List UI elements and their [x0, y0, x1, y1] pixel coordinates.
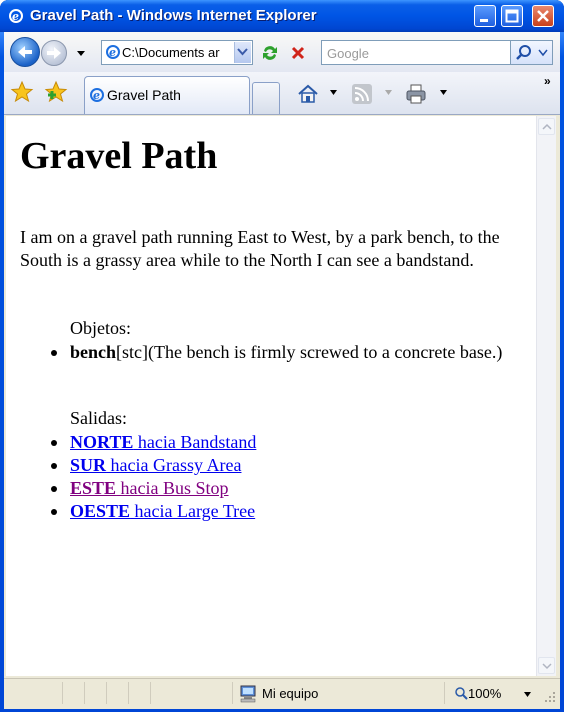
list-item: bench[stc](The bench is firmly screwed t…: [48, 341, 528, 364]
bullet-icon: [51, 509, 57, 515]
history-dropdown-icon[interactable]: [76, 48, 86, 58]
status-divider: [150, 682, 151, 704]
close-button[interactable]: [532, 5, 554, 27]
list-item: NORTE hacia Bandstand: [48, 431, 528, 454]
object-name: bench: [70, 342, 117, 362]
status-divider: [444, 682, 445, 704]
forward-arrow-icon: [47, 47, 61, 59]
search-button[interactable]: [511, 40, 553, 65]
exit-link-este[interactable]: ESTE hacia Bus Stop: [70, 478, 229, 498]
page-icon: e: [106, 45, 120, 59]
ie-window: e Gravel Path - Windows Internet Explore…: [0, 0, 564, 712]
exits-label: Salidas:: [70, 408, 127, 428]
computer-icon: [240, 685, 256, 703]
chevron-down-icon: [542, 663, 552, 670]
browser-client-area: e C:\Documents ar Google e Gravel Path »…: [4, 32, 560, 709]
home-icon[interactable]: [296, 82, 320, 106]
feeds-dropdown-icon[interactable]: [385, 90, 392, 95]
svg-text:e: e: [12, 10, 19, 23]
stop-icon[interactable]: [287, 42, 309, 64]
maximize-button[interactable]: [501, 5, 523, 27]
navigation-toolbar: e C:\Documents ar Google: [4, 32, 560, 73]
address-dropdown-button[interactable]: [234, 42, 251, 63]
bullet-icon: [51, 350, 57, 356]
scroll-up-button[interactable]: [538, 118, 555, 135]
status-divider: [232, 682, 233, 704]
resize-grip-icon[interactable]: [544, 691, 556, 703]
title-bar[interactable]: e Gravel Path - Windows Internet Explore…: [0, 0, 564, 32]
toolbar-overflow-chevron[interactable]: »: [544, 74, 551, 88]
exit-text: hacia Large Tree: [130, 501, 256, 521]
tabs-toolbar: e Gravel Path »: [4, 72, 560, 115]
exit-direction: ESTE: [70, 478, 117, 498]
zoom-level[interactable]: 100%: [468, 686, 501, 701]
ie-logo-icon: e: [9, 9, 23, 23]
chevron-down-icon: [237, 48, 248, 56]
chevron-up-icon: [542, 123, 552, 130]
list-item: ESTE hacia Bus Stop: [48, 477, 528, 500]
vertical-scrollbar[interactable]: [536, 116, 556, 676]
exits-list: NORTE hacia Bandstand SUR hacia Grassy A…: [48, 431, 528, 523]
print-icon[interactable]: [404, 82, 428, 106]
zoom-dropdown-icon[interactable]: [524, 692, 531, 697]
status-divider: [62, 682, 63, 704]
exit-link-sur[interactable]: SUR hacia Grassy Area: [70, 455, 241, 475]
security-zone-label: Mi equipo: [262, 686, 319, 701]
page-title: Gravel Path: [20, 135, 218, 177]
exit-link-norte[interactable]: NORTE hacia Bandstand: [70, 432, 256, 452]
add-favorite-icon[interactable]: [44, 80, 68, 104]
bullet-icon: [51, 463, 57, 469]
tab-label: Gravel Path: [107, 87, 181, 103]
refresh-icon[interactable]: [259, 42, 281, 64]
search-input[interactable]: Google: [327, 46, 369, 61]
page-content: Gravel Path I am on a gravel path runnin…: [6, 116, 536, 676]
exit-direction: NORTE: [70, 432, 134, 452]
maximize-icon: [505, 9, 519, 23]
objects-list: bench[stc](The bench is firmly screwed t…: [48, 341, 528, 364]
address-bar[interactable]: e C:\Documents ar: [101, 40, 253, 65]
objects-label: Objetos:: [70, 318, 131, 338]
exit-direction: SUR: [70, 455, 107, 475]
list-item: OESTE hacia Large Tree: [48, 500, 528, 523]
search-icon: [516, 45, 548, 60]
page-icon: e: [90, 88, 104, 102]
status-divider: [84, 682, 85, 704]
list-item: SUR hacia Grassy Area: [48, 454, 528, 477]
location-description: I am on a gravel path running East to We…: [20, 227, 500, 270]
window-title: Gravel Path - Windows Internet Explorer: [30, 7, 317, 24]
exit-text: hacia Bus Stop: [116, 478, 229, 498]
back-button[interactable]: [10, 37, 40, 67]
minimize-icon: [480, 19, 488, 22]
status-divider: [106, 682, 107, 704]
object-detail: [stc](The bench is firmly screwed to a c…: [116, 342, 503, 362]
minimize-button[interactable]: [474, 5, 496, 27]
forward-button[interactable]: [41, 40, 67, 66]
exit-direction: OESTE: [70, 501, 131, 521]
exit-text: hacia Grassy Area: [106, 455, 242, 475]
svg-text:e: e: [93, 89, 100, 102]
bullet-icon: [51, 486, 57, 492]
svg-text:e: e: [109, 46, 116, 59]
scroll-down-button[interactable]: [538, 657, 555, 674]
exit-text: hacia Bandstand: [133, 432, 257, 452]
favorites-star-icon[interactable]: [10, 80, 34, 104]
zoom-icon[interactable]: [454, 686, 468, 700]
status-divider: [128, 682, 129, 704]
tab-gravel-path[interactable]: e Gravel Path: [84, 76, 250, 114]
new-tab-button[interactable]: [252, 82, 280, 114]
home-dropdown-icon[interactable]: [330, 90, 337, 95]
exit-link-oeste[interactable]: OESTE hacia Large Tree: [70, 501, 255, 521]
address-input[interactable]: C:\Documents ar: [122, 45, 234, 60]
bullet-icon: [51, 440, 57, 446]
status-bar: Mi equipo 100%: [4, 678, 560, 709]
feeds-icon[interactable]: [350, 82, 374, 106]
print-dropdown-icon[interactable]: [440, 90, 447, 95]
back-arrow-icon: [18, 46, 32, 58]
search-box[interactable]: Google: [321, 40, 511, 65]
close-icon: [537, 10, 549, 22]
